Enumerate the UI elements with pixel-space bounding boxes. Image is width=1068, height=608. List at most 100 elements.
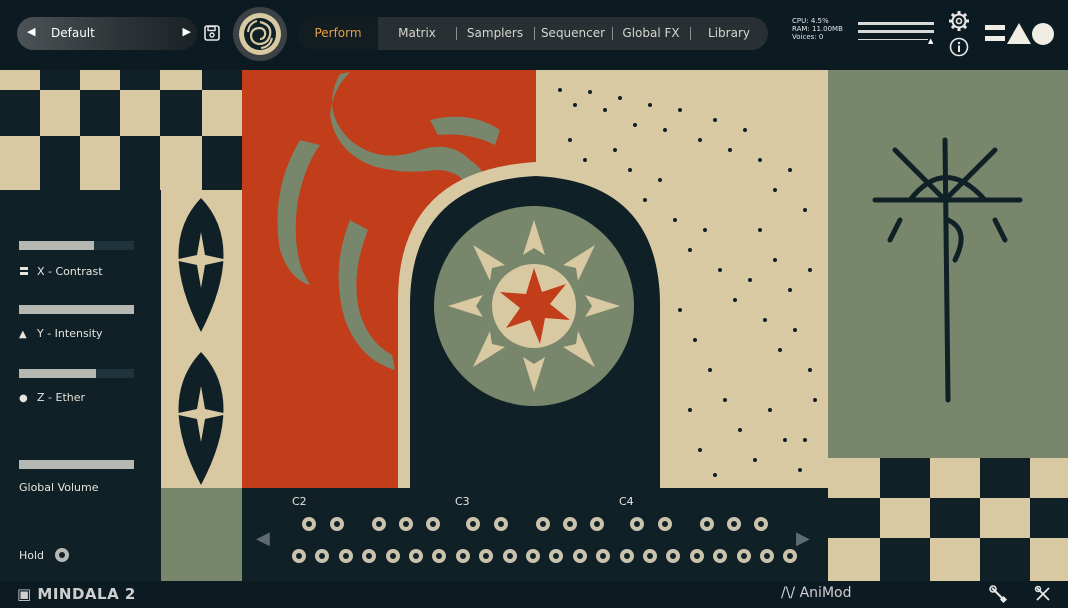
gear-icon[interactable] xyxy=(948,10,970,32)
white-key[interactable] xyxy=(549,549,564,563)
tab-global-fx[interactable]: Global FX xyxy=(616,17,686,50)
black-key[interactable] xyxy=(330,517,344,531)
black-key[interactable] xyxy=(590,517,604,531)
animod-icon: /\/ xyxy=(781,585,796,601)
white-key[interactable] xyxy=(713,549,728,563)
black-key[interactable] xyxy=(658,517,672,531)
x-contrast-fill xyxy=(19,241,94,250)
tab-matrix[interactable]: Matrix xyxy=(382,17,452,50)
white-key[interactable] xyxy=(760,549,774,563)
x-contrast-label: 〓 X - Contrast xyxy=(19,263,103,278)
product-logo-icon: ▣ xyxy=(17,585,32,603)
black-key[interactable] xyxy=(563,517,577,531)
hold-toggle[interactable] xyxy=(55,548,69,562)
white-key[interactable] xyxy=(783,549,798,563)
z-ether-fill xyxy=(19,369,97,378)
tab-perform[interactable]: Perform xyxy=(298,17,378,50)
white-key[interactable] xyxy=(479,549,494,563)
white-key[interactable] xyxy=(736,549,751,563)
z-ether-slider[interactable] xyxy=(19,369,134,378)
tab-separator xyxy=(456,27,457,40)
global-volume-fill xyxy=(19,460,134,469)
tab-samplers[interactable]: Samplers xyxy=(460,17,530,50)
y-intensity-slider[interactable] xyxy=(19,305,134,314)
black-key[interactable] xyxy=(630,517,644,531)
voices-stat: Voices: 0 xyxy=(792,33,824,41)
white-key[interactable] xyxy=(596,549,611,563)
white-key[interactable] xyxy=(338,549,353,563)
preset-name[interactable]: Default xyxy=(51,26,95,40)
system-stats: CPU: 4.5% RAM: 11.00MB Voices: 0 xyxy=(792,17,843,41)
z-ether-label: ● Z - Ether xyxy=(19,391,85,404)
meter-volume-handle-icon[interactable]: ▲ xyxy=(928,37,933,45)
prev-preset-icon[interactable]: ◀ xyxy=(27,25,35,38)
white-key[interactable] xyxy=(572,549,587,563)
info-icon[interactable] xyxy=(949,37,969,57)
y-intensity-fill xyxy=(19,305,134,314)
spiral-icon xyxy=(244,18,276,50)
octave-label-c2: C2 xyxy=(292,495,307,508)
tab-library[interactable]: Library xyxy=(694,17,764,50)
preset-selector[interactable]: ◀ Default ▶ xyxy=(17,17,197,50)
black-key[interactable] xyxy=(399,517,413,531)
black-key[interactable] xyxy=(494,517,508,531)
equals-icon: 〓 xyxy=(19,267,29,278)
tab-separator xyxy=(534,27,535,40)
white-key[interactable] xyxy=(385,549,400,563)
meter-bar-right xyxy=(858,30,934,33)
circle-icon: ● xyxy=(19,393,28,404)
main-tabs: Perform Matrix Samplers Sequencer Global… xyxy=(298,17,768,50)
white-key[interactable] xyxy=(619,549,634,563)
tab-sequencer[interactable]: Sequencer xyxy=(538,17,608,50)
white-key[interactable] xyxy=(292,549,306,563)
octave-label-c4: C4 xyxy=(619,495,634,508)
wrench-icon[interactable] xyxy=(989,585,1007,603)
white-key[interactable] xyxy=(315,549,330,563)
white-key[interactable] xyxy=(432,549,447,563)
black-key[interactable] xyxy=(700,517,714,531)
white-key[interactable] xyxy=(689,549,704,563)
product-logo: ▣ MINDALA 2 xyxy=(17,585,136,603)
y-intensity-label: ▲ Y - Intensity xyxy=(19,327,103,340)
z-ether-text: Z - Ether xyxy=(37,391,86,404)
next-preset-icon[interactable]: ▶ xyxy=(183,25,191,38)
black-key[interactable] xyxy=(466,517,480,531)
white-key[interactable] xyxy=(643,549,657,563)
white-key[interactable] xyxy=(362,549,377,563)
white-key[interactable] xyxy=(455,549,470,563)
top-bar: ◀ Default ▶ Perform Matrix Samplers Sequ… xyxy=(0,0,1068,70)
x-contrast-text: X - Contrast xyxy=(37,265,103,278)
black-key[interactable] xyxy=(426,517,440,531)
tools-off-icon[interactable] xyxy=(1034,585,1052,603)
save-icon[interactable] xyxy=(203,24,221,42)
footer-bar: ▣ MINDALA 2 /\/ AniMod xyxy=(0,581,1068,608)
white-key[interactable] xyxy=(666,549,681,563)
global-volume-slider[interactable] xyxy=(19,460,134,469)
cpu-stat: CPU: 4.5% xyxy=(792,17,829,25)
black-key[interactable] xyxy=(727,517,741,531)
tab-separator xyxy=(612,27,613,40)
black-key[interactable] xyxy=(754,517,768,531)
white-key[interactable] xyxy=(502,549,517,563)
tab-separator xyxy=(690,27,691,40)
white-key[interactable] xyxy=(409,549,423,563)
perform-stage[interactable]: 〓 X - Contrast ▲ Y - Intensity ● Z - Ether … xyxy=(0,70,1068,581)
mandala-logo[interactable] xyxy=(233,7,287,61)
black-key[interactable] xyxy=(536,517,550,531)
octave-label-c3: C3 xyxy=(455,495,470,508)
black-key[interactable] xyxy=(372,517,386,531)
y-intensity-text: Y - Intensity xyxy=(37,327,103,340)
hold-label: Hold xyxy=(19,549,45,562)
octave-up-arrow-icon[interactable]: ▶ xyxy=(796,528,810,549)
global-volume-label: Global Volume xyxy=(19,481,99,494)
ram-stat: RAM: 11.00MB xyxy=(792,25,843,33)
animod-button[interactable]: /\/ AniMod xyxy=(781,585,851,601)
product-name: MINDALA 2 xyxy=(37,585,136,603)
mandala-logo-inner xyxy=(239,13,281,55)
white-key[interactable] xyxy=(526,549,540,563)
octave-down-arrow-icon[interactable]: ◀ xyxy=(256,528,270,549)
animod-label: AniMod xyxy=(799,585,852,601)
keyboard-panel: C2 C3 C4 ◀ ▶ xyxy=(242,488,828,581)
x-contrast-slider[interactable] xyxy=(19,241,134,250)
black-key[interactable] xyxy=(302,517,316,531)
